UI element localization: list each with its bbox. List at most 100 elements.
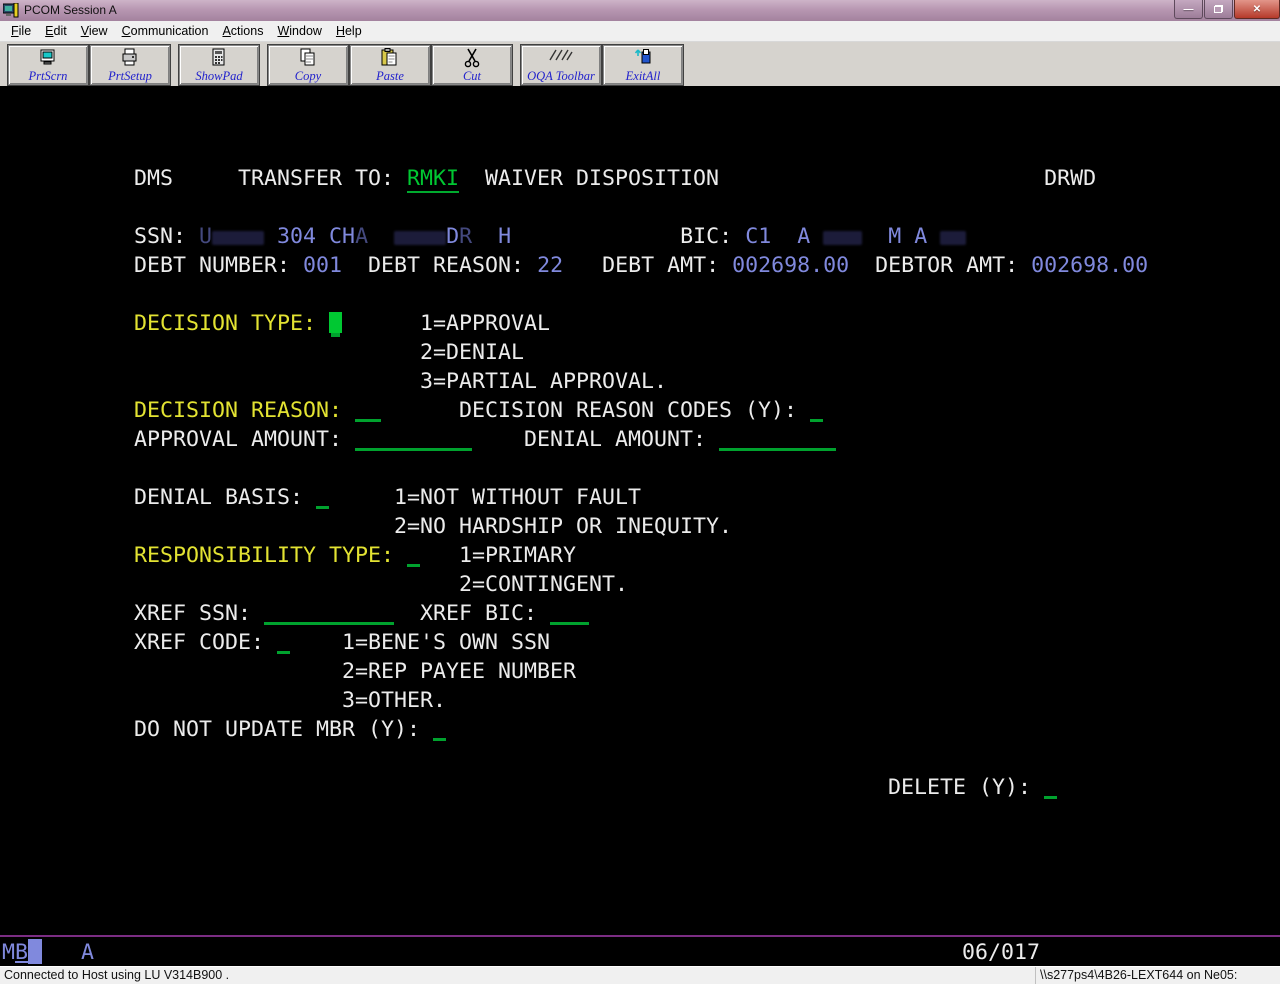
- menu-item-window[interactable]: Window: [270, 22, 328, 40]
- input-field[interactable]: [407, 544, 420, 567]
- terminal-text: U: [199, 224, 212, 249]
- connection-status: Connected to Host using LU V314B900 .: [0, 967, 1036, 984]
- prtsetup-icon: [119, 47, 141, 69]
- copy-icon: [297, 47, 319, 69]
- toolbar-button-copy[interactable]: Copy: [268, 45, 348, 85]
- menu-item-file[interactable]: File: [4, 22, 38, 40]
- terminal-text: [342, 253, 368, 278]
- input-field[interactable]: [433, 718, 446, 741]
- redacted-text: [394, 231, 446, 245]
- input-field[interactable]: [810, 399, 823, 422]
- terminal-text: [329, 485, 394, 510]
- oia-separator-line: [0, 935, 1280, 937]
- menu-item-communication[interactable]: Communication: [115, 22, 216, 40]
- terminal-text: [849, 253, 875, 278]
- terminal-row: APPROVAL AMOUNT: DENIAL AMOUNT:: [134, 425, 836, 454]
- oqa-icon: [548, 47, 574, 69]
- terminal-row: XREF CODE: 1=BENE'S OWN SSN: [134, 628, 550, 657]
- terminal-text: DENIAL AMOUNT:: [524, 427, 719, 452]
- terminal-text: 001: [303, 253, 342, 278]
- terminal-row: DENIAL BASIS: 1=NOT WITHOUT FAULT: [134, 483, 641, 512]
- terminal-text: 3=OTHER.: [342, 688, 446, 713]
- input-field[interactable]: [277, 631, 290, 654]
- toolbar-button-label: OQA Toolbar: [527, 69, 595, 83]
- menu-item-view[interactable]: View: [74, 22, 115, 40]
- terminal-row: DECISION TYPE: 1=APPROVAL: [134, 309, 550, 338]
- terminal-text: A: [355, 224, 368, 249]
- terminal-text: [134, 369, 420, 394]
- toolbar-button-oqa[interactable]: OQA Toolbar: [521, 45, 601, 85]
- terminal-text: 1=BENE'S OWN SSN: [342, 630, 550, 655]
- toolbar-button-exitall[interactable]: ExitAll: [603, 45, 683, 85]
- terminal-row: DECISION REASON: DECISION REASON CODES (…: [134, 396, 823, 425]
- terminal-text: XREF SSN:: [134, 601, 264, 626]
- toolbar-button-label: PrtSetup: [108, 69, 152, 83]
- terminal-text: [290, 630, 342, 655]
- window-title: PCOM Session A: [24, 0, 117, 21]
- terminal-text: XREF CODE:: [134, 630, 277, 655]
- toolbar-button-label: Paste: [376, 69, 404, 83]
- terminal-text: 2=REP PAYEE NUMBER: [342, 659, 576, 684]
- terminal-text: R: [459, 224, 472, 249]
- close-button[interactable]: ✕: [1234, 0, 1280, 19]
- terminal-text: DEBT REASON:: [368, 253, 537, 278]
- terminal-text: M: [2, 940, 15, 965]
- minimize-button[interactable]: —: [1174, 0, 1203, 19]
- terminal-screen[interactable]: DMS TRANSFER TO: RMKI WAIVER DISPOSITION…: [0, 90, 1280, 966]
- menu-item-edit[interactable]: Edit: [38, 22, 74, 40]
- input-field[interactable]: [1044, 776, 1057, 799]
- terminal-text: [134, 514, 394, 539]
- terminal-text: M A: [888, 224, 927, 249]
- terminal-text: [810, 224, 823, 249]
- menu-item-help[interactable]: Help: [329, 22, 369, 40]
- terminal-text: [134, 688, 342, 713]
- input-field[interactable]: [316, 486, 329, 509]
- terminal-text: APPROVAL AMOUNT:: [134, 427, 355, 452]
- app-icon: [3, 3, 19, 18]
- toolbar-button-prtsetup[interactable]: PrtSetup: [90, 45, 170, 85]
- terminal-row: 2=DENIAL: [134, 338, 524, 367]
- terminal-text: D: [446, 224, 459, 249]
- toolbar-button-cut[interactable]: Cut: [432, 45, 512, 85]
- terminal-text: 1=APPROVAL: [420, 311, 550, 336]
- terminal-text: C1: [745, 224, 771, 249]
- terminal-row: DMS TRANSFER TO: RMKI WAIVER DISPOSITION…: [134, 164, 1096, 193]
- terminal-text: DEBT NUMBER:: [134, 253, 303, 278]
- redacted-text: [940, 231, 966, 245]
- terminal-text: A: [797, 224, 810, 249]
- terminal-row: 2=NO HARDSHIP OR INEQUITY.: [134, 512, 732, 541]
- toolbar-button-prtscrn[interactable]: PrtScrn: [8, 45, 88, 85]
- input-field[interactable]: [719, 428, 836, 451]
- status-bar: Connected to Host using LU V314B900 . \\…: [0, 966, 1280, 984]
- input-field[interactable]: [550, 602, 589, 625]
- terminal-text: A: [81, 940, 94, 965]
- terminal-text: DEBTOR AMT:: [875, 253, 1031, 278]
- terminal-text: BIC:: [680, 224, 745, 249]
- terminal-row: DO NOT UPDATE MBR (Y):: [134, 715, 446, 744]
- terminal-row: RESPONSIBILITY TYPE: 1=PRIMARY: [134, 541, 576, 570]
- toolbar-button-label: Copy: [295, 69, 321, 83]
- toolbar-button-paste[interactable]: Paste: [350, 45, 430, 85]
- terminal-text: [134, 572, 459, 597]
- terminal-row: MB A: [2, 938, 94, 967]
- terminal-text: H: [498, 224, 511, 249]
- terminal-text: [381, 398, 459, 423]
- terminal-text: DENIAL BASIS:: [134, 485, 316, 510]
- terminal-text: DMS TRANSFER TO:: [134, 166, 407, 191]
- redacted-text: [212, 231, 264, 245]
- terminal-text: DECISION REASON CODES (Y):: [459, 398, 810, 423]
- terminal-text: [563, 253, 602, 278]
- menu-bar: FileEditViewCommunicationActionsWindowHe…: [0, 21, 1280, 42]
- menu-item-actions[interactable]: Actions: [215, 22, 270, 40]
- prtscrn-icon: [37, 47, 59, 69]
- input-field[interactable]: [264, 602, 394, 625]
- input-field[interactable]: [355, 428, 472, 451]
- terminal-text: [771, 224, 797, 249]
- terminal-row: 2=CONTINGENT.: [134, 570, 628, 599]
- terminal-cursor[interactable]: [329, 312, 342, 333]
- input-field[interactable]: [355, 399, 381, 422]
- terminal-text: [862, 224, 888, 249]
- toolbar-button-showpad[interactable]: ShowPad: [179, 45, 259, 85]
- restore-button[interactable]: [1204, 0, 1233, 19]
- terminal-text: 304 CH: [277, 224, 355, 249]
